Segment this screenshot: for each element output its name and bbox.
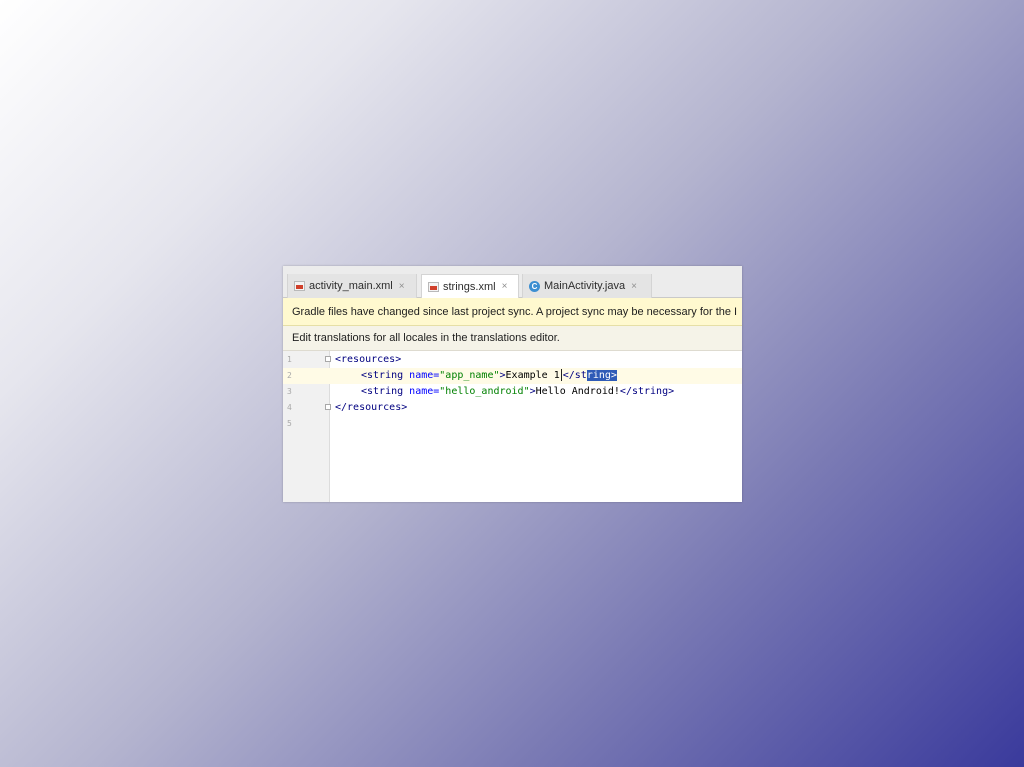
code-line: 5 xyxy=(283,416,742,432)
code-text[interactable]: <string name="app_name">Example 1 </strin… xyxy=(361,368,617,384)
ide-screenshot: activity_main.xml × strings.xml × C Main… xyxy=(283,266,742,502)
code-editor[interactable]: 1 <resources> 2 <string name="app_name">… xyxy=(283,351,742,502)
xml-tag: <string xyxy=(361,370,404,381)
line-number: 5 xyxy=(287,419,292,428)
xml-tag: <resources> xyxy=(335,354,402,365)
code-line-current: 2 <string name="app_name">Example 1 </str… xyxy=(283,368,742,384)
code-line: 4 </resources> xyxy=(283,400,742,416)
tab-mainactivity-java[interactable]: C MainActivity.java × xyxy=(522,274,652,298)
xml-attribute-value: "hello_android" xyxy=(439,386,530,397)
code-text[interactable]: <string name="hello_android">Hello Andro… xyxy=(361,384,674,400)
editor-tab-bar: activity_main.xml × strings.xml × C Main… xyxy=(283,266,742,298)
xml-file-icon xyxy=(428,281,439,292)
text-cursor-icon xyxy=(560,369,562,381)
close-icon[interactable]: × xyxy=(631,281,637,292)
code-line: 1 <resources> xyxy=(283,352,742,368)
tab-activity-main-xml[interactable]: activity_main.xml × xyxy=(287,274,417,298)
xml-tag: <string xyxy=(361,386,404,397)
close-icon[interactable]: × xyxy=(399,281,405,292)
gradle-sync-message: Gradle files have changed since last pro… xyxy=(292,305,738,318)
tab-strings-xml[interactable]: strings.xml × xyxy=(421,274,519,298)
xml-file-icon xyxy=(294,281,305,291)
gradle-sync-banner: Gradle files have changed since last pro… xyxy=(283,298,742,326)
translations-message[interactable]: Edit translations for all locales in the… xyxy=(292,332,560,344)
text-selection: ring> xyxy=(586,370,617,381)
code-line: 3 <string name="hello_android">Hello And… xyxy=(283,384,742,400)
close-icon[interactable]: × xyxy=(502,281,508,292)
line-number: 2 xyxy=(287,371,292,380)
tab-label: MainActivity.java xyxy=(544,280,626,292)
xml-tag: </resources> xyxy=(335,402,408,413)
xml-tag: </string> xyxy=(619,386,675,397)
string-value: Hello Android! xyxy=(535,386,620,397)
string-value: Example 1 xyxy=(505,370,560,381)
class-icon: C xyxy=(529,280,540,292)
code-text[interactable]: <resources> xyxy=(335,352,401,368)
slide-background: activity_main.xml × strings.xml × C Main… xyxy=(0,0,1024,767)
line-number: 1 xyxy=(287,355,292,364)
xml-attribute: name= xyxy=(403,370,440,381)
tab-label: activity_main.xml xyxy=(309,280,393,292)
code-text[interactable]: </resources> xyxy=(335,400,407,416)
line-number: 3 xyxy=(287,387,292,396)
xml-attribute: name= xyxy=(403,386,440,397)
xml-tag: </st xyxy=(562,370,587,381)
tab-label: strings.xml xyxy=(443,280,496,293)
line-number: 4 xyxy=(287,403,292,412)
translations-banner: Edit translations for all locales in the… xyxy=(283,326,742,351)
xml-attribute-value: "app_name" xyxy=(439,370,500,381)
